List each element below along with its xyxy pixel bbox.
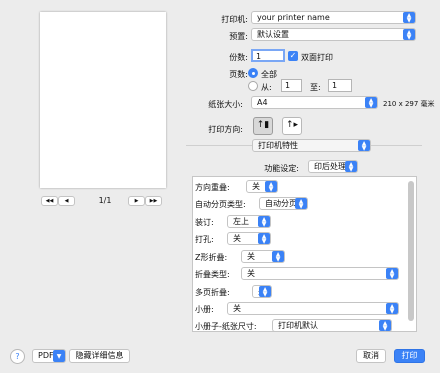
chevron-down-icon: ▼	[53, 350, 65, 362]
feature-select-fold-type[interactable]: 关 ▲ ▼	[241, 267, 399, 280]
landscape-orientation-button[interactable]: ↑▸	[282, 117, 302, 135]
feature-value: 关	[247, 269, 255, 278]
preset-label: 预置:	[229, 32, 248, 41]
page-preview	[40, 12, 166, 188]
prev-page-button[interactable]: ◀	[58, 196, 75, 206]
features-scrollbar[interactable]	[408, 181, 414, 321]
feature-select-staple[interactable]: 左上 ▲ ▼	[227, 215, 271, 228]
feature-label: 小册:	[195, 305, 214, 314]
section-menu-select[interactable]: 打印机特性 ▲ ▼	[252, 139, 371, 152]
feature-select-direction-overlap[interactable]: 关 ▲ ▼	[246, 180, 278, 193]
copies-input[interactable]: 1	[251, 49, 285, 62]
pages-range-radio[interactable]	[248, 81, 258, 91]
chevron-updown-icon: ▲ ▼	[258, 216, 270, 227]
next-page-label: ▶	[134, 198, 139, 204]
portrait-orientation-button[interactable]: ↑▮	[253, 117, 273, 135]
feature-set-select[interactable]: 印后处理 ▲ ▼	[308, 160, 358, 173]
paper-size-select[interactable]: A4 ▲ ▼	[251, 96, 378, 109]
feature-set-value: 印后处理	[314, 162, 346, 171]
pages-to-label: 至:	[310, 83, 321, 92]
feature-value: 关	[233, 234, 241, 243]
feature-label: 打孔:	[195, 235, 214, 244]
feature-label: 小册子-纸张尺寸:	[195, 322, 257, 331]
cancel-button[interactable]: 取消	[356, 349, 386, 363]
feature-label: 装订:	[195, 218, 214, 227]
paper-size-label: 纸张大小:	[208, 100, 243, 109]
duplex-checkbox[interactable]: ✓	[288, 51, 298, 61]
pdf-menu-button[interactable]: PDF ▼	[32, 349, 66, 363]
printer-value: your printer name	[257, 13, 330, 22]
pages-label: 页数:	[229, 70, 248, 79]
feature-value: 关	[252, 182, 260, 191]
feature-select-z-fold[interactable]: 关 ▲ ▼	[241, 250, 285, 263]
print-label: 打印	[401, 351, 418, 360]
feature-label: 多页折叠:	[195, 288, 230, 297]
duplex-label: 双面打印	[301, 53, 333, 62]
feature-label: 自动分页类型:	[195, 200, 246, 209]
pages-all-label: 全部	[261, 70, 277, 79]
printer-select[interactable]: your printer name ▲ ▼	[251, 11, 416, 24]
pages-to-input[interactable]: 1	[328, 79, 352, 92]
chevron-updown-icon: ▲ ▼	[295, 198, 307, 209]
feature-select-multi-page-fold[interactable]: 关 ▲▼	[252, 285, 272, 298]
chevron-updown-icon: ▲ ▼	[358, 140, 370, 151]
page-indicator: 1/1	[98, 196, 112, 205]
portrait-person-icon: ↑▮	[256, 120, 270, 130]
prev-page-label: ◀	[64, 198, 69, 204]
chevron-updown-icon: ▲ ▼	[386, 303, 398, 314]
chevron-updown-icon: ▲ ▼	[259, 286, 271, 297]
hide-details-button[interactable]: 隐藏详细信息	[69, 349, 130, 363]
preset-value: 默认设置	[257, 30, 289, 39]
cancel-label: 取消	[363, 351, 379, 360]
chevron-updown-icon: ▲ ▼	[258, 233, 270, 244]
section-menu-value: 打印机特性	[258, 141, 298, 150]
feature-set-label: 功能设定:	[264, 164, 299, 173]
feature-value: 打印机默认	[278, 321, 318, 330]
feature-label: 方向重叠:	[195, 183, 230, 192]
last-page-label: ▶▶	[149, 198, 158, 204]
print-button[interactable]: 打印	[394, 349, 425, 363]
feature-label: Z形折叠:	[195, 253, 228, 262]
chevron-updown-icon: ▲ ▼	[403, 29, 415, 40]
help-button[interactable]: ?	[10, 349, 25, 364]
chevron-updown-icon: ▲ ▼	[386, 268, 398, 279]
landscape-person-icon: ↑▸	[285, 120, 299, 130]
first-page-label: ◀◀	[45, 198, 54, 204]
hide-details-label: 隐藏详细信息	[75, 351, 124, 360]
pages-all-radio[interactable]	[248, 68, 258, 78]
feature-value: 关	[247, 252, 255, 261]
preset-select[interactable]: 默认设置 ▲ ▼	[251, 28, 416, 41]
orientation-label: 打印方向:	[208, 125, 243, 134]
feature-select-auto-page-type[interactable]: 自动分页 ▲ ▼	[259, 197, 308, 210]
feature-value: 关	[233, 304, 241, 313]
paper-size-value: A4	[257, 98, 268, 107]
chevron-updown-icon: ▲ ▼	[265, 181, 277, 192]
pdf-label: PDF	[38, 351, 54, 360]
feature-value: 自动分页	[265, 199, 297, 208]
feature-value: 左上	[233, 217, 249, 226]
feature-select-booklet[interactable]: 关 ▲ ▼	[227, 302, 399, 315]
printer-label: 打印机:	[221, 15, 248, 24]
feature-label: 折叠类型:	[195, 270, 230, 279]
next-page-button[interactable]: ▶	[128, 196, 145, 206]
features-panel[interactable]: 方向重叠: 关 ▲ ▼ 自动分页类型: 自动分页 ▲ ▼ 装订: 左上 ▲ ▼ 打孔:…	[192, 176, 417, 332]
chevron-updown-icon: ▲ ▼	[365, 97, 377, 108]
chevron-updown-icon: ▲ ▼	[403, 12, 415, 23]
chevron-updown-icon: ▲ ▼	[379, 320, 391, 331]
pages-from-label: 从:	[261, 83, 272, 92]
copies-label: 份数:	[229, 53, 248, 62]
paper-dimensions: 210 x 297 毫米	[383, 100, 435, 108]
pages-from-input[interactable]: 1	[281, 79, 302, 92]
first-page-button[interactable]: ◀◀	[41, 196, 58, 206]
feature-select-booklet-paper-size[interactable]: 打印机默认 ▲ ▼	[272, 319, 392, 332]
chevron-updown-icon: ▲ ▼	[272, 251, 284, 262]
help-icon: ?	[15, 352, 20, 361]
feature-select-punch[interactable]: 关 ▲ ▼	[227, 232, 271, 245]
chevron-updown-icon: ▲ ▼	[345, 161, 357, 172]
last-page-button[interactable]: ▶▶	[145, 196, 162, 206]
